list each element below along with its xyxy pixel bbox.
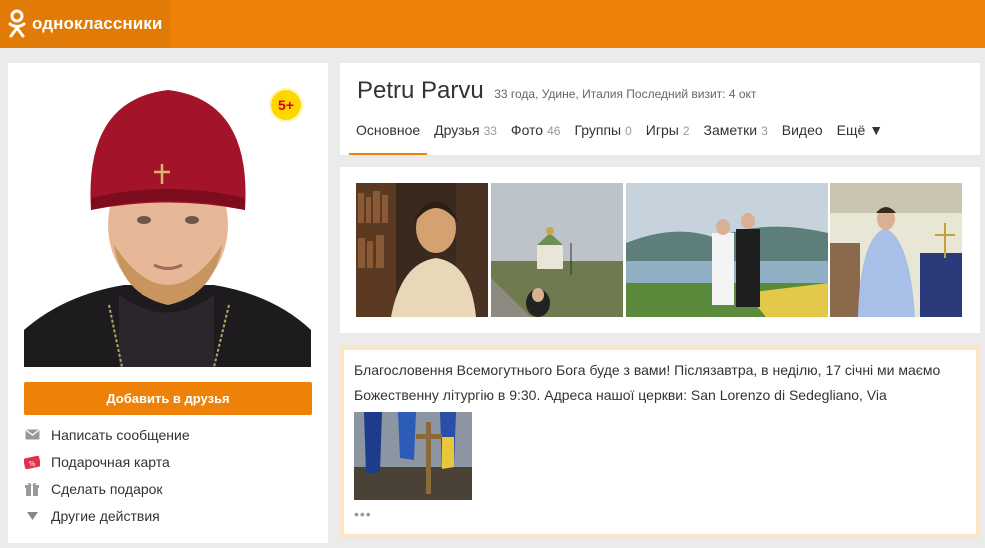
profile-actions: Написать сообщение % Подарочная карта Сд… bbox=[24, 421, 314, 529]
avatar[interactable] bbox=[24, 80, 311, 367]
tab-notes[interactable]: Заметки 3 bbox=[697, 121, 775, 155]
send-message-label: Написать сообщение bbox=[51, 426, 190, 443]
photo-thumbnail[interactable] bbox=[830, 183, 962, 317]
tab-more[interactable]: Ещё ▼ bbox=[830, 121, 890, 155]
tab-count: 33 bbox=[483, 124, 497, 138]
gift-card-icon: % bbox=[24, 454, 40, 470]
post-text[interactable]: Благословення Всемогутнього Бога буде з … bbox=[354, 358, 969, 408]
tab-label: Друзья bbox=[434, 122, 480, 138]
envelope-icon bbox=[24, 427, 40, 443]
make-gift-action[interactable]: Сделать подарок bbox=[24, 475, 314, 502]
tab-label: Заметки bbox=[703, 122, 758, 138]
profile-tabs: Основное Друзья 33 Фото 46 Группы 0 Игры 2 З… bbox=[349, 121, 890, 155]
tab-main[interactable]: Основное bbox=[349, 121, 428, 155]
post-image[interactable] bbox=[354, 412, 472, 500]
photo-thumbnail[interactable] bbox=[356, 183, 488, 317]
tab-count: 3 bbox=[761, 124, 768, 138]
tab-label: Ещё ▼ bbox=[836, 122, 884, 138]
send-message-action[interactable]: Написать сообщение bbox=[24, 421, 314, 448]
post-more-button[interactable]: ••• bbox=[354, 506, 372, 522]
rating-badge[interactable]: 5+ bbox=[269, 88, 303, 122]
feed-post: Благословення Всемогутнього Бога буде з … bbox=[340, 346, 980, 538]
photo-thumbnail[interactable] bbox=[626, 183, 828, 317]
tab-photos[interactable]: Фото 46 bbox=[504, 121, 568, 155]
gift-card-action[interactable]: % Подарочная карта bbox=[24, 448, 314, 475]
logo-text: одноклассники bbox=[32, 14, 163, 33]
make-gift-label: Сделать подарок bbox=[51, 480, 163, 497]
photos-strip bbox=[340, 167, 980, 333]
gift-card-label: Подарочная карта bbox=[51, 453, 170, 470]
profile-sidebar: 5+ Добавить в друзья Написать сообщение … bbox=[8, 63, 328, 543]
gift-icon bbox=[24, 481, 40, 497]
tab-label: Фото bbox=[510, 122, 544, 138]
tab-label: Основное bbox=[356, 122, 421, 138]
profile-header: Petru Parvu 33 года, Удине, Италия После… bbox=[340, 63, 980, 155]
tab-label: Группы bbox=[574, 122, 622, 138]
tab-count: 46 bbox=[547, 124, 561, 138]
add-friend-button[interactable]: Добавить в друзья bbox=[24, 382, 312, 415]
profile-meta: 33 года, Удине, Италия Последний визит: … bbox=[494, 87, 757, 101]
other-actions[interactable]: Другие действия bbox=[24, 502, 314, 529]
tab-friends[interactable]: Друзья 33 bbox=[427, 121, 504, 155]
top-bar: одноклассники bbox=[0, 0, 985, 48]
tab-label: Игры bbox=[645, 122, 679, 138]
ok-logo-icon bbox=[8, 9, 26, 38]
other-actions-label: Другие действия bbox=[51, 507, 160, 524]
logo-link[interactable]: одноклассники bbox=[0, 0, 170, 48]
name-row: Petru Parvu 33 года, Удине, Италия После… bbox=[357, 77, 756, 105]
triangle-down-icon bbox=[24, 508, 40, 524]
tab-label: Видео bbox=[781, 122, 823, 138]
profile-name[interactable]: Petru Parvu bbox=[357, 77, 484, 104]
photo-thumbnail[interactable] bbox=[491, 183, 623, 317]
tab-video[interactable]: Видео bbox=[775, 121, 830, 155]
tab-games[interactable]: Игры 2 bbox=[639, 121, 697, 155]
tab-groups[interactable]: Группы 0 bbox=[567, 121, 638, 155]
tab-count: 0 bbox=[625, 124, 632, 138]
svg-text:%: % bbox=[29, 460, 36, 468]
tab-count: 2 bbox=[682, 124, 690, 138]
